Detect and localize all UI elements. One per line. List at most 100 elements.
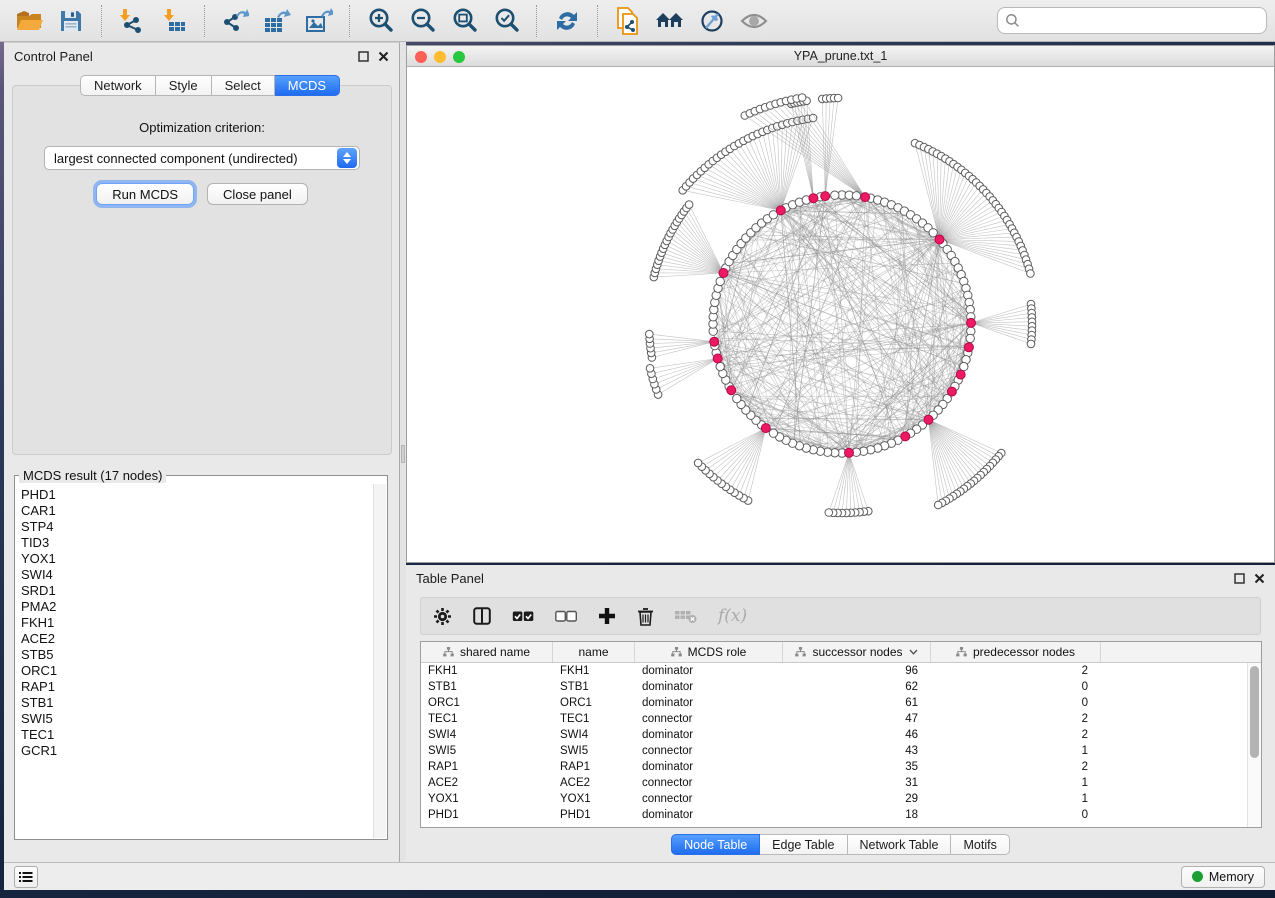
tab-motifs[interactable]: Motifs <box>951 834 1009 855</box>
tab-network-table[interactable]: Network Table <box>848 834 952 855</box>
close-panel-icon[interactable] <box>1254 573 1265 584</box>
mcds-result-item[interactable]: TID3 <box>21 535 373 551</box>
toolbar-separator <box>597 5 598 37</box>
scrollbar-thumb[interactable] <box>1250 666 1259 758</box>
mcds-result-item[interactable]: GCR1 <box>21 743 373 759</box>
mcds-result-item[interactable]: SWI5 <box>21 711 373 727</box>
table-row[interactable]: RAP1RAP1dominator352 <box>421 759 1247 775</box>
search-input[interactable] <box>1020 13 1259 28</box>
optimization-criterion-select[interactable]: largest connected component (undirected) <box>44 146 360 170</box>
export-image-button[interactable] <box>301 3 337 39</box>
export-network-button[interactable] <box>217 3 253 39</box>
table-row[interactable]: TEC1TEC1connector472 <box>421 711 1247 727</box>
tab-select[interactable]: Select <box>212 75 275 96</box>
result-list-scrollbar[interactable] <box>373 484 386 838</box>
table-row[interactable]: SWI4SWI4dominator462 <box>421 727 1247 743</box>
table-cell: 0 <box>931 807 1101 823</box>
column-header-name[interactable]: name <box>553 642 635 662</box>
column-header-successor-nodes[interactable]: successor nodes <box>783 642 931 662</box>
select-all-button[interactable] <box>512 601 534 631</box>
eye-icon <box>740 10 768 32</box>
minimize-window-button[interactable] <box>434 51 446 63</box>
mcds-result-item[interactable]: YOX1 <box>21 551 373 567</box>
tab-mcds[interactable]: MCDS <box>275 75 340 96</box>
documents-share-icon <box>615 7 641 35</box>
open-file-button[interactable] <box>11 3 47 39</box>
maximize-window-button[interactable] <box>453 51 465 63</box>
network-graph[interactable] <box>407 67 1275 563</box>
mcds-result-item[interactable]: SRD1 <box>21 583 373 599</box>
home-networks-button[interactable] <box>652 3 688 39</box>
zoom-fit-button[interactable] <box>446 3 482 39</box>
mcds-result-item[interactable]: SWI4 <box>21 567 373 583</box>
table-row[interactable]: ORC1ORC1dominator610 <box>421 695 1247 711</box>
mcds-result-item[interactable]: PMA2 <box>21 599 373 615</box>
bird-eye-view-button[interactable] <box>736 3 772 39</box>
table-cell: TEC1 <box>421 711 553 727</box>
run-mcds-button[interactable]: Run MCDS <box>96 183 194 205</box>
mcds-result-item[interactable]: ACE2 <box>21 631 373 647</box>
save-session-button[interactable] <box>53 3 89 39</box>
column-header-mcds-role[interactable]: MCDS role <box>635 642 783 662</box>
float-panel-icon[interactable] <box>1234 573 1245 584</box>
mcds-result-item[interactable]: RAP1 <box>21 679 373 695</box>
mcds-result-item[interactable]: STP4 <box>21 519 373 535</box>
table-cell-filler <box>1101 775 1247 791</box>
table-row[interactable]: YOX1YOX1connector291 <box>421 791 1247 807</box>
mcds-result-item[interactable]: TEC1 <box>21 727 373 743</box>
tab-edge-table[interactable]: Edge Table <box>760 834 847 855</box>
zoom-out-button[interactable] <box>404 3 440 39</box>
zoom-in-button[interactable] <box>362 3 398 39</box>
zoom-selected-button[interactable] <box>488 3 524 39</box>
close-panel-button[interactable]: Close panel <box>207 183 308 205</box>
table-cell: STB1 <box>421 679 553 695</box>
delete-row-button[interactable] <box>637 601 654 631</box>
table-row[interactable]: PHD1PHD1dominator180 <box>421 807 1247 823</box>
memory-button[interactable]: Memory <box>1181 866 1265 888</box>
close-window-button[interactable] <box>415 51 427 63</box>
add-row-button[interactable] <box>598 601 616 631</box>
mcds-result-item[interactable]: CAR1 <box>21 503 373 519</box>
table-row[interactable]: STB1STB1dominator620 <box>421 679 1247 695</box>
mcds-result-item[interactable]: PHD1 <box>21 487 373 503</box>
table-settings-button[interactable] <box>433 601 452 631</box>
import-table-button[interactable] <box>156 3 192 39</box>
show-columns-button[interactable] <box>473 601 491 631</box>
mcds-result-item[interactable]: STB5 <box>21 647 373 663</box>
column-header-shared-name[interactable]: shared name <box>421 642 553 662</box>
table-cell: 1 <box>931 791 1101 807</box>
table-cell: STB1 <box>553 679 635 695</box>
close-panel-icon[interactable] <box>378 51 389 62</box>
deselect-all-button[interactable] <box>555 601 577 631</box>
table-scrollbar[interactable] <box>1247 663 1261 827</box>
refresh-layout-button[interactable] <box>549 3 585 39</box>
tab-network[interactable]: Network <box>80 75 156 96</box>
table-row[interactable]: ACE2ACE2connector311 <box>421 775 1247 791</box>
network-window-titlebar[interactable]: YPA_prune.txt_1 <box>407 46 1274 67</box>
mcds-result-item[interactable]: FKH1 <box>21 615 373 631</box>
network-canvas[interactable] <box>407 67 1274 562</box>
search-box <box>997 7 1267 34</box>
delete-column-button-disabled <box>675 601 697 631</box>
table-panel-title: Table Panel <box>416 571 484 586</box>
checked-boxes-icon <box>512 610 534 623</box>
floppy-disk-icon <box>59 9 83 33</box>
mcds-result-item[interactable]: ORC1 <box>21 663 373 679</box>
shared-column-icon <box>443 647 454 657</box>
import-network-button[interactable] <box>114 3 150 39</box>
mcds-result-item[interactable]: STB1 <box>21 695 373 711</box>
task-history-button[interactable] <box>14 866 38 888</box>
tab-style[interactable]: Style <box>156 75 212 96</box>
table-cell-filler <box>1101 807 1247 823</box>
table-cell-filler <box>1101 711 1247 727</box>
table-row[interactable]: SWI5SWI5connector431 <box>421 743 1247 759</box>
table-row[interactable]: FKH1FKH1dominator962 <box>421 663 1247 679</box>
tab-node-table[interactable]: Node Table <box>671 834 760 855</box>
hide-panel-button[interactable] <box>694 3 730 39</box>
export-table-button[interactable] <box>259 3 295 39</box>
hide-icon <box>699 8 725 34</box>
table-cell: ORC1 <box>421 695 553 711</box>
copy-network-button[interactable] <box>610 3 646 39</box>
float-panel-icon[interactable] <box>358 51 369 62</box>
column-header-predecessor-nodes[interactable]: predecessor nodes <box>931 642 1101 662</box>
